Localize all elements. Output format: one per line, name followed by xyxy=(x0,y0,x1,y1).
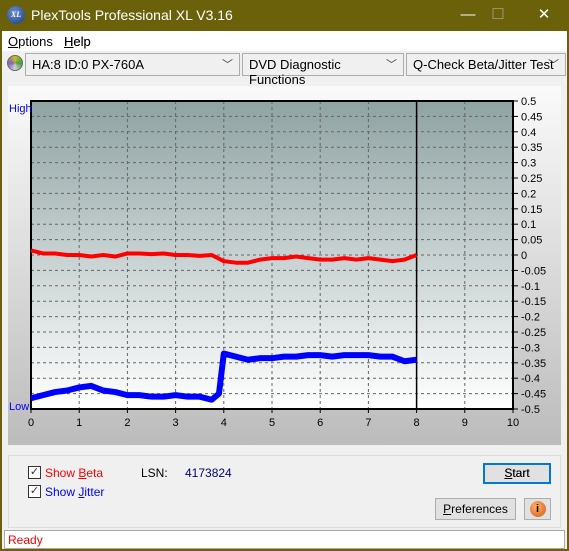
close-button[interactable]: ✕ xyxy=(529,4,559,26)
show-beta-label[interactable]: Show Beta xyxy=(45,466,103,480)
y-tick-label: 0.15 xyxy=(521,204,542,216)
test-select[interactable]: Q-Check Beta/Jitter Test ﹀ xyxy=(406,53,566,76)
y-tick-label: -0.35 xyxy=(521,358,546,370)
menu-help-label-rest: elp xyxy=(73,34,91,49)
preferences-mnemonic: P xyxy=(443,502,452,516)
start-overlay: Start xyxy=(504,465,529,482)
y-tick-label: -0.3 xyxy=(521,342,540,354)
window-title: PlexTools Professional XL V3.16 xyxy=(31,7,233,23)
y-tick-label: 0 xyxy=(521,250,527,262)
x-tick-label: 0 xyxy=(28,417,34,429)
chevron-down-icon: ﹀ xyxy=(548,59,559,71)
preferences-label: references xyxy=(451,502,508,516)
y-tick-label: -0.5 xyxy=(521,404,540,416)
drive-select[interactable]: HA:8 ID:0 PX-760A ﹀ xyxy=(25,53,240,76)
y-tick-label: -0.05 xyxy=(521,265,546,277)
lsn-value: 4173824 xyxy=(185,466,232,480)
x-tick-label: 2 xyxy=(124,417,130,429)
client-area: Options Help Help HA:8 ID:0 PX-760A ﹀ DVD … xyxy=(2,31,567,549)
x-tick-label: 7 xyxy=(365,417,371,429)
y-tick-label: -0.4 xyxy=(521,373,540,385)
x-tick-label: 9 xyxy=(462,417,468,429)
start-button[interactable]: Start Start xyxy=(483,463,551,484)
menu-bar: Options Help Help xyxy=(2,31,567,51)
beta-label-pre: Show xyxy=(45,466,79,480)
menu-options[interactable]: Options xyxy=(8,34,53,49)
y-tick-label: 0.25 xyxy=(521,173,542,185)
menu-options-label: ptions xyxy=(18,34,53,49)
chevron-down-icon: ﹀ xyxy=(386,59,397,71)
x-tick-label: 3 xyxy=(173,417,179,429)
menu-help-overlay: Help xyxy=(64,34,91,49)
x-tick-label: 8 xyxy=(414,417,420,429)
drive-select-value: HA:8 ID:0 PX-760A xyxy=(32,57,144,72)
status-bar: Ready xyxy=(4,530,565,549)
x-tick-label: 4 xyxy=(221,417,227,429)
high-label: High xyxy=(9,103,32,115)
info-button[interactable]: i xyxy=(524,498,551,520)
show-jitter-checkbox[interactable]: ✓ xyxy=(28,485,41,498)
beta-label-rest: eta xyxy=(86,466,104,480)
x-tick-label: 5 xyxy=(269,417,275,429)
x-tick-label: 1 xyxy=(76,417,82,429)
y-tick-label: -0.15 xyxy=(521,296,546,308)
low-label: Low xyxy=(9,401,29,413)
chart-panel: 0 1 2 3 4 5 6 7 8 9 10 0.5 0.45 0.4 0.35 0.3 0.25 0.2 0.15… xyxy=(8,86,561,445)
info-icon: i xyxy=(529,501,546,517)
y-tick-label: -0.1 xyxy=(521,281,540,293)
disc-drive-icon xyxy=(7,55,23,71)
y-tick-label: 0.4 xyxy=(521,127,536,139)
y-tick-label: 0.3 xyxy=(521,158,536,170)
chevron-down-icon: ﹀ xyxy=(222,59,233,71)
jitter-label-rest: itter xyxy=(84,485,105,499)
y-tick-label: 0.45 xyxy=(521,111,542,123)
y-tick-label: -0.45 xyxy=(521,389,546,401)
x-tick-label: 6 xyxy=(317,417,323,429)
y-tick-label: 0.35 xyxy=(521,142,542,154)
function-select[interactable]: DVD Diagnostic Functions ﹀ xyxy=(242,53,404,87)
y-tick-label: 0.05 xyxy=(521,235,542,247)
menu-help[interactable]: Help Help xyxy=(64,34,91,49)
lsn-label: LSN: xyxy=(141,466,168,480)
y-tick-label: -0.2 xyxy=(521,312,540,324)
menu-help-stack: Help Help xyxy=(64,34,91,49)
x-tick-label: 10 xyxy=(507,417,519,429)
y-tick-label: 0.1 xyxy=(521,219,536,231)
jitter-label-pre: Show xyxy=(45,485,79,499)
menu-options-mnemonic: O xyxy=(8,34,19,49)
test-select-value: Q-Check Beta/Jitter Test xyxy=(413,57,554,72)
beta-jitter-chart: 0 1 2 3 4 5 6 7 8 9 10 0.5 0.45 0.4 0.35 0.3 0.25 0.2 0.15… xyxy=(9,96,546,429)
show-jitter-label[interactable]: Show Jitter xyxy=(45,485,104,499)
minimize-button[interactable]: — xyxy=(453,4,483,26)
maximize-button[interactable]: ☐ xyxy=(483,4,513,26)
menu-help-mnemonic: H xyxy=(64,34,74,49)
show-beta-checkbox[interactable]: ✓ xyxy=(28,466,41,479)
start-stack: Start Start xyxy=(504,465,529,482)
title-bar: XL PlexTools Professional XL V3.16 — ☐ ✕ xyxy=(0,0,569,31)
start-label: tart xyxy=(512,466,530,480)
function-select-value: DVD Diagnostic Functions xyxy=(249,57,341,87)
preferences-button[interactable]: Preferences xyxy=(435,498,516,520)
options-panel: ✓ Show Beta ✓ Show Jitter LSN: 4173824 S… xyxy=(8,455,561,528)
app-logo-icon: XL xyxy=(7,6,25,24)
y-tick-label: -0.25 xyxy=(521,327,546,339)
y-tick-label: 0.5 xyxy=(521,96,536,108)
y-tick-label: 0.2 xyxy=(521,188,536,200)
